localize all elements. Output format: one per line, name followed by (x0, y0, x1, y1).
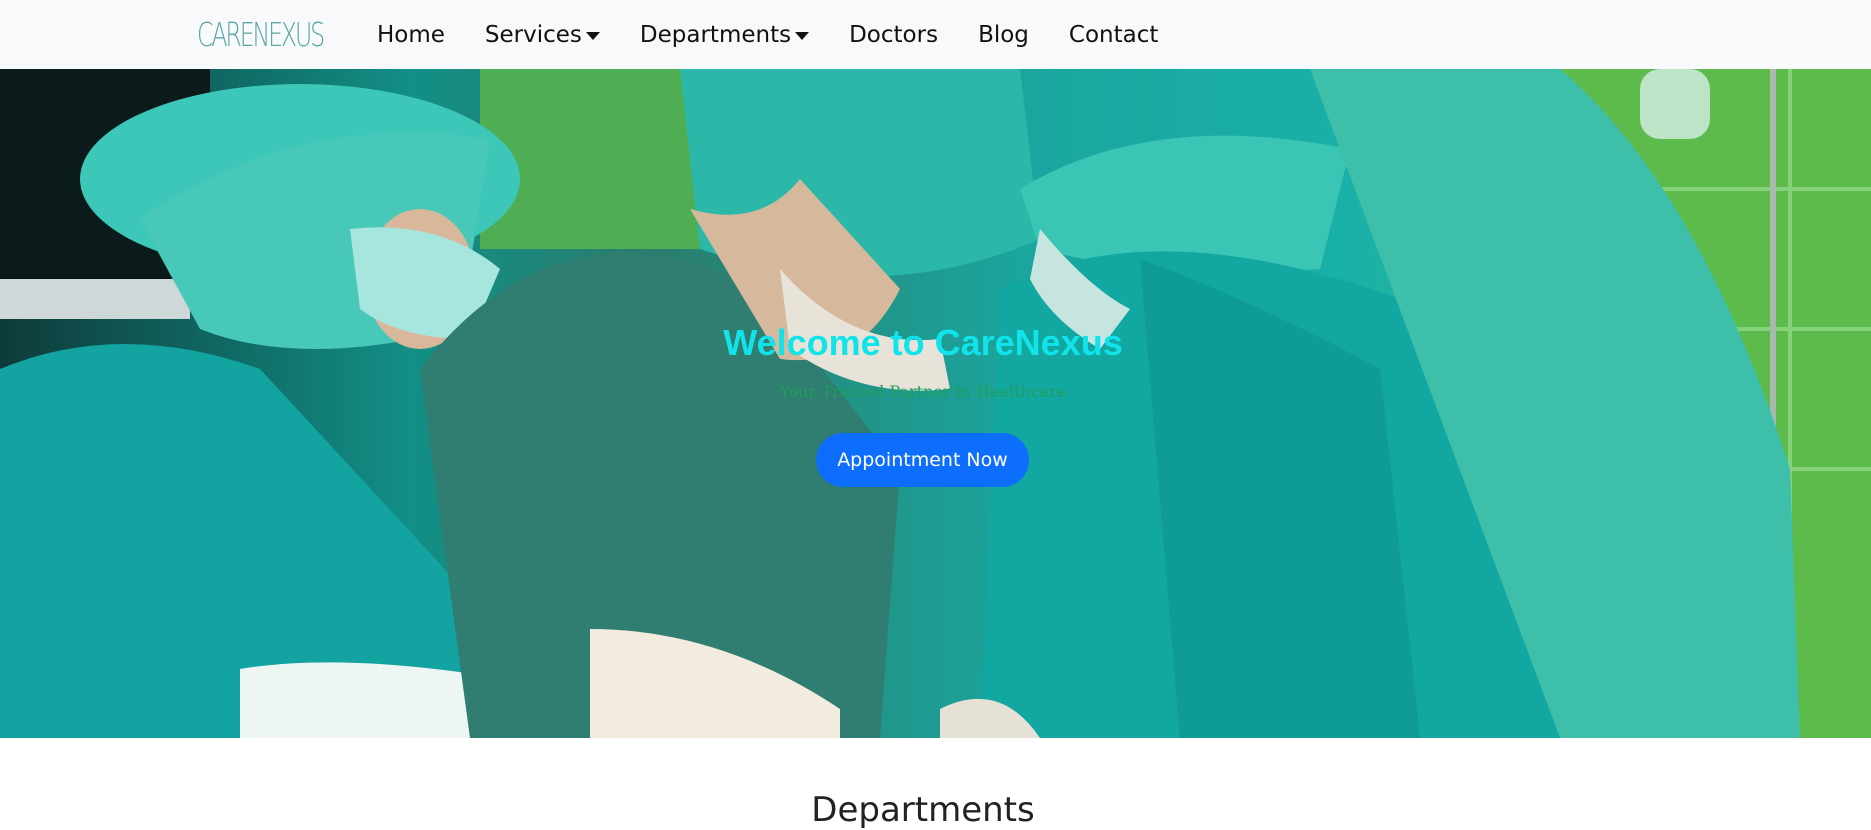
caret-down-icon (585, 31, 600, 40)
nav-services-dropdown[interactable]: Services (485, 22, 600, 48)
nav-blog[interactable]: Blog (978, 22, 1029, 48)
nav-doctors-label: Doctors (849, 21, 939, 48)
nav-home[interactable]: Home (377, 22, 445, 48)
appointment-button[interactable]: Appointment Now (816, 433, 1029, 487)
departments-heading: Departments (811, 790, 1035, 830)
nav-links: Home Services Departments Doctors Blog C… (377, 0, 1198, 69)
nav-contact-label: Contact (1068, 21, 1159, 48)
svg-text:CARENEXUS: CARENEXUS (197, 16, 324, 52)
nav-contact[interactable]: Contact (1069, 22, 1158, 48)
hero-subtitle: Your Trusted Partner in Healthcare (779, 382, 1067, 401)
nav-doctors[interactable]: Doctors (849, 22, 938, 48)
hero-content: Welcome to CareNexus Your Trusted Partne… (0, 69, 1871, 738)
navbar: CARENEXUS Home Services Departments Doct… (0, 0, 1871, 69)
carenexus-logo: CARENEXUS (197, 16, 325, 52)
nav-departments-label: Departments (639, 21, 792, 48)
caret-down-icon (795, 31, 810, 40)
nav-home-label: Home (377, 21, 445, 48)
brand-logo[interactable]: CARENEXUS (197, 16, 325, 52)
nav-departments-dropdown[interactable]: Departments (639, 21, 810, 48)
hero-banner: Welcome to CareNexus Your Trusted Partne… (0, 69, 1871, 738)
nav-services-label: Services (484, 21, 582, 48)
nav-blog-label: Blog (978, 21, 1029, 48)
hero-title: Welcome to CareNexus (723, 322, 1123, 363)
